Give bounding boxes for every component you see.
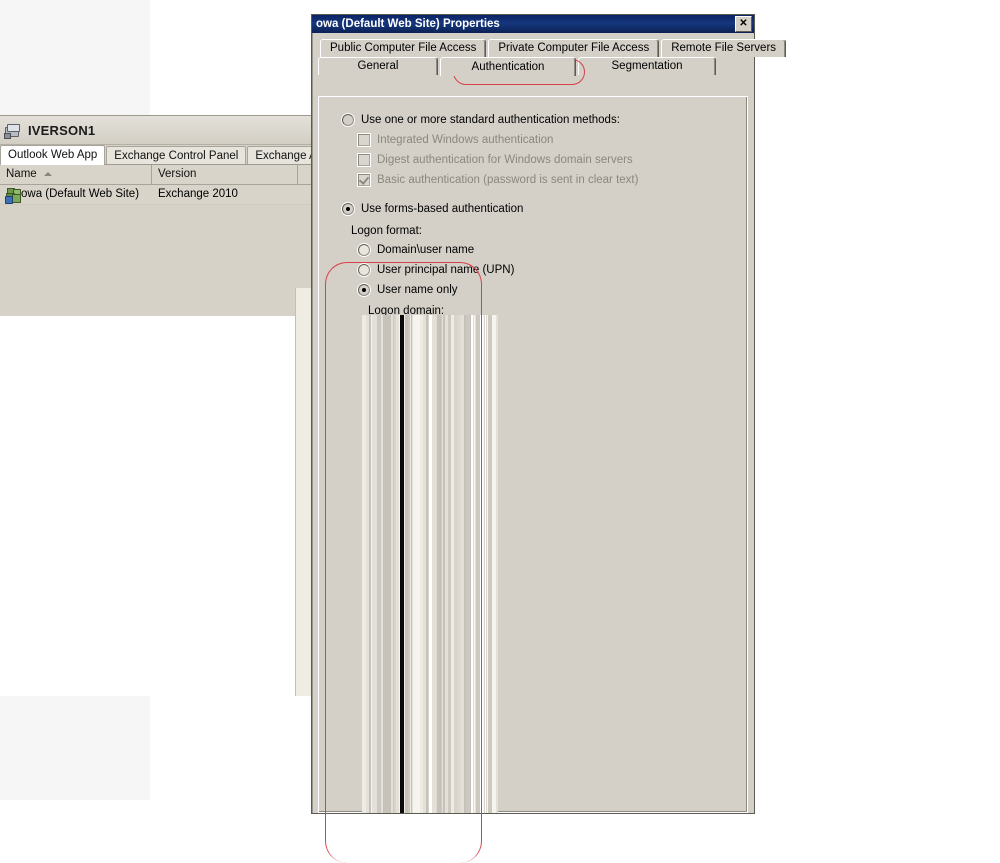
dialog-title-bar[interactable]: owa (Default Web Site) Properties ✕ — [312, 15, 754, 33]
cell-name-label: owa (Default Web Site) — [21, 188, 140, 200]
radio-user-name-only[interactable]: User name only — [358, 283, 458, 297]
checkbox-basic-authentication-label: Basic authentication (password is sent i… — [377, 174, 639, 186]
properties-dialog: owa (Default Web Site) Properties ✕ Publ… — [311, 14, 787, 814]
web-site-icon — [5, 187, 21, 204]
checkbox-integrated-windows-authentication-label: Integrated Windows authentication — [377, 134, 554, 146]
console-server-header: IVERSON1 — [0, 116, 311, 145]
close-icon[interactable]: ✕ — [735, 16, 752, 32]
console-vertical-scrollbar[interactable] — [295, 288, 311, 696]
radio-domain-user-name-label: Domain\user name — [377, 244, 475, 256]
logon-format-label: Logon format: — [351, 225, 422, 237]
radio-standard-authentication[interactable]: Use one or more standard authentication … — [342, 113, 620, 127]
tab-private-computer-file-access[interactable]: Private Computer File Access — [488, 39, 660, 57]
radio-domain-user-name-icon — [358, 244, 370, 256]
dialog-tab-strip: Public Computer File Access Private Comp… — [312, 33, 787, 76]
logon-domain-input[interactable] — [362, 315, 498, 813]
sort-ascending-icon — [44, 172, 52, 176]
checkbox-integrated-windows-authentication[interactable]: Integrated Windows authentication — [358, 133, 553, 147]
smear-stripe — [496, 315, 498, 813]
radio-domain-user-name[interactable]: Domain\user name — [358, 243, 474, 257]
table-row[interactable]: owa (Default Web Site) Exchange 2010 — [0, 185, 311, 205]
console-tab-exchange-activesync[interactable]: Exchange ActiveS — [247, 146, 311, 165]
checkbox-basic-authentication[interactable]: Basic authentication (password is sent i… — [358, 173, 638, 187]
radio-forms-based-authentication-icon — [342, 203, 354, 215]
server-name-label: IVERSON1 — [28, 122, 96, 138]
checkbox-digest-authentication[interactable]: Digest authentication for Windows domain… — [358, 153, 633, 167]
cell-name: owa (Default Web Site) — [0, 185, 152, 204]
radio-forms-based-authentication-label: Use forms-based authentication — [361, 203, 524, 215]
console-tab-outlook-web-app[interactable]: Outlook Web App — [0, 145, 106, 165]
radio-user-principal-name-icon — [358, 264, 370, 276]
tab-authentication[interactable]: Authentication — [440, 57, 576, 76]
tab-remote-file-servers[interactable]: Remote File Servers — [661, 39, 787, 57]
radio-user-principal-name-label: User principal name (UPN) — [377, 264, 515, 276]
column-header-version[interactable]: Version — [152, 165, 298, 184]
console-list-empty-area — [0, 316, 311, 696]
console-bottom-left-area — [0, 696, 150, 748]
checkbox-digest-authentication-icon — [358, 154, 370, 166]
cell-version: Exchange 2010 — [158, 188, 238, 200]
checkbox-integrated-windows-authentication-icon — [358, 134, 370, 146]
checkbox-digest-authentication-label: Digest authentication for Windows domain… — [377, 154, 633, 166]
authentication-panel: Use one or more standard authentication … — [318, 96, 748, 813]
console-tab-strip: Outlook Web App Exchange Control Panel E… — [0, 145, 311, 165]
dialog-tab-row-2: General Authentication Segmentation — [318, 57, 748, 76]
column-header-name[interactable]: Name — [0, 165, 152, 184]
checkbox-basic-authentication-icon — [358, 174, 370, 186]
exchange-console-window: IVERSON1 Outlook Web App Exchange Contro… — [0, 115, 311, 748]
radio-standard-authentication-icon — [342, 114, 354, 126]
tab-segmentation[interactable]: Segmentation — [578, 57, 716, 75]
desktop-background-right — [755, 0, 1000, 800]
radio-user-name-only-icon — [358, 284, 370, 296]
server-icon — [4, 122, 20, 139]
dialog-tab-row-1: Public Computer File Access Private Comp… — [318, 39, 787, 57]
dialog-title: owa (Default Web Site) Properties — [316, 18, 500, 30]
tab-public-computer-file-access[interactable]: Public Computer File Access — [320, 39, 487, 57]
console-tab-exchange-control-panel[interactable]: Exchange Control Panel — [106, 146, 247, 165]
console-grid-header: Name Version — [0, 165, 311, 185]
tab-general[interactable]: General — [318, 57, 438, 75]
column-header-spacer — [298, 165, 311, 184]
radio-standard-authentication-label: Use one or more standard authentication … — [361, 114, 620, 126]
radio-user-principal-name[interactable]: User principal name (UPN) — [358, 263, 514, 277]
column-header-name-label: Name — [6, 168, 37, 180]
radio-forms-based-authentication[interactable]: Use forms-based authentication — [342, 202, 523, 216]
smear-caret-bar — [400, 315, 404, 813]
radio-user-name-only-label: User name only — [377, 284, 458, 296]
